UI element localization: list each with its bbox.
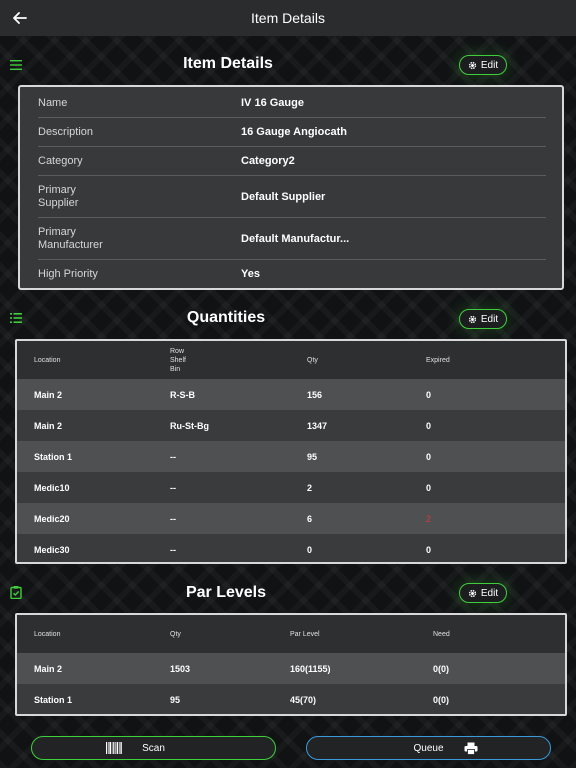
cell-expired: 0 bbox=[426, 544, 432, 555]
cell-location: Main 2 bbox=[34, 420, 63, 431]
queue-button[interactable]: Queue bbox=[306, 736, 551, 760]
detail-value: Category2 bbox=[241, 155, 295, 167]
cell-location: Medic30 bbox=[34, 544, 70, 555]
table-row[interactable]: Station 1 95 45(70) 0(0) bbox=[17, 684, 565, 714]
cell-need: 0(0) bbox=[433, 694, 450, 705]
cell-rsb: -- bbox=[170, 451, 176, 462]
detail-row-name: Name IV 16 Gauge bbox=[38, 89, 546, 118]
clipboard-check-icon bbox=[10, 586, 22, 599]
edit-par-levels-button[interactable]: Edit bbox=[459, 583, 507, 603]
table-row[interactable]: Station 1 -- 95 0 bbox=[17, 441, 565, 472]
column-header-location: Location bbox=[34, 631, 61, 638]
table-row[interactable]: Main 2 1503 160(1155) 0(0) bbox=[17, 653, 565, 684]
detail-row-category: Category Category2 bbox=[38, 147, 546, 176]
arrow-left-icon bbox=[13, 12, 27, 24]
cell-rsb: Ru-St-Bg bbox=[170, 420, 209, 431]
table-header: Location Qty Par Level Need bbox=[17, 615, 565, 653]
detail-row-primary-supplier: Primary Supplier Default Supplier bbox=[38, 176, 546, 218]
cell-location: Medic10 bbox=[34, 482, 70, 493]
cell-expired: 0 bbox=[426, 389, 432, 400]
cell-rsb: R-S-B bbox=[170, 389, 195, 400]
detail-label: Primary Supplier bbox=[38, 183, 79, 209]
table-row[interactable]: Main 2 Ru-St-Bg 1347 0 bbox=[17, 410, 565, 441]
page-title: Item Details bbox=[251, 10, 325, 26]
cell-qty: 2 bbox=[307, 482, 313, 493]
gear-icon bbox=[468, 589, 476, 597]
gear-icon bbox=[468, 315, 476, 323]
edit-label: Edit bbox=[480, 59, 499, 71]
item-details-panel: Name IV 16 Gauge Description 16 Gauge An… bbox=[18, 85, 564, 290]
detail-label: High Priority bbox=[38, 267, 98, 280]
detail-row-primary-manufacturer: Primary Manufacturer Default Manufactur.… bbox=[38, 218, 546, 260]
table-row[interactable]: Medic20 -- 6 2 bbox=[17, 503, 565, 534]
quantities-table: Location Row Shelf Bin Qty Expired Main … bbox=[15, 339, 567, 564]
barcode-icon bbox=[106, 742, 122, 754]
cell-qty: 1347 bbox=[307, 420, 328, 431]
cell-qty: 6 bbox=[307, 513, 313, 524]
cell-rsb: -- bbox=[170, 513, 176, 524]
cell-qty: 0 bbox=[307, 544, 313, 555]
column-header-qty: Qty bbox=[307, 357, 318, 364]
back-button[interactable] bbox=[8, 6, 32, 30]
cell-expired: 0 bbox=[426, 451, 432, 462]
edit-details-button[interactable]: Edit bbox=[459, 55, 507, 75]
top-bar: Item Details bbox=[0, 0, 576, 36]
column-header-expired: Expired bbox=[426, 357, 450, 364]
column-header-par-level: Par Level bbox=[290, 631, 320, 638]
detail-value: IV 16 Gauge bbox=[241, 97, 304, 109]
cell-location: Medic20 bbox=[34, 513, 70, 524]
cell-need: 0(0) bbox=[433, 663, 450, 674]
cell-location: Station 1 bbox=[34, 694, 73, 705]
detail-label: Description bbox=[38, 125, 94, 138]
detail-row-high-priority: High Priority Yes bbox=[38, 260, 546, 288]
checklist-icon bbox=[10, 313, 22, 323]
quantities-title: Quantities bbox=[186, 309, 266, 326]
table-row[interactable]: Main 2 R-S-B 156 0 bbox=[17, 379, 565, 410]
list-menu-icon bbox=[10, 60, 22, 70]
column-header-location: Location bbox=[34, 357, 61, 364]
cell-qty: 95 bbox=[307, 451, 318, 462]
column-header-row-shelf-bin: Row Shelf Bin bbox=[170, 348, 186, 373]
column-header-qty: Qty bbox=[170, 631, 181, 638]
table-row[interactable]: Medic30 -- 0 0 bbox=[17, 534, 565, 562]
detail-value: Default Supplier bbox=[241, 190, 326, 203]
cell-qty: 95 bbox=[170, 694, 181, 705]
par-levels-table: Location Qty Par Level Need Main 2 1503 … bbox=[15, 613, 567, 716]
edit-label: Edit bbox=[480, 587, 499, 599]
detail-value: Default Manufactur... bbox=[241, 232, 350, 245]
edit-label: Edit bbox=[480, 313, 499, 325]
detail-label: Name bbox=[38, 96, 68, 109]
table-row[interactable]: Medic10 -- 2 0 bbox=[17, 472, 565, 503]
column-header-need: Need bbox=[433, 631, 450, 638]
cell-expired: 0 bbox=[426, 482, 432, 493]
detail-label: Category bbox=[38, 154, 83, 167]
detail-label: Primary Manufacturer bbox=[38, 225, 103, 251]
cell-location: Main 2 bbox=[34, 389, 63, 400]
cell-par-level: 45(70) bbox=[290, 694, 317, 705]
detail-row-description: Description 16 Gauge Angiocath bbox=[38, 118, 546, 147]
cell-expired: 0 bbox=[426, 420, 432, 431]
edit-quantities-button[interactable]: Edit bbox=[459, 309, 507, 329]
scan-button[interactable]: Scan bbox=[31, 736, 276, 760]
cell-qty: 156 bbox=[307, 389, 323, 400]
item-details-title: Item Details bbox=[183, 55, 273, 72]
scan-label: Scan bbox=[142, 742, 165, 754]
cell-qty: 1503 bbox=[170, 663, 191, 674]
queue-label: Queue bbox=[413, 742, 444, 754]
cell-rsb: -- bbox=[170, 544, 176, 555]
printer-icon bbox=[464, 742, 478, 755]
table-header: Location Row Shelf Bin Qty Expired bbox=[17, 341, 565, 379]
detail-value: Yes bbox=[241, 268, 260, 280]
gear-icon bbox=[468, 61, 476, 69]
cell-expired-alert: 2 bbox=[426, 513, 432, 524]
cell-par-level: 160(1155) bbox=[290, 663, 331, 674]
cell-location: Main 2 bbox=[34, 663, 63, 674]
detail-value: 16 Gauge Angiocath bbox=[241, 126, 347, 138]
cell-location: Station 1 bbox=[34, 451, 73, 462]
cell-rsb: -- bbox=[170, 482, 176, 493]
par-levels-title: Par Levels bbox=[185, 584, 267, 601]
